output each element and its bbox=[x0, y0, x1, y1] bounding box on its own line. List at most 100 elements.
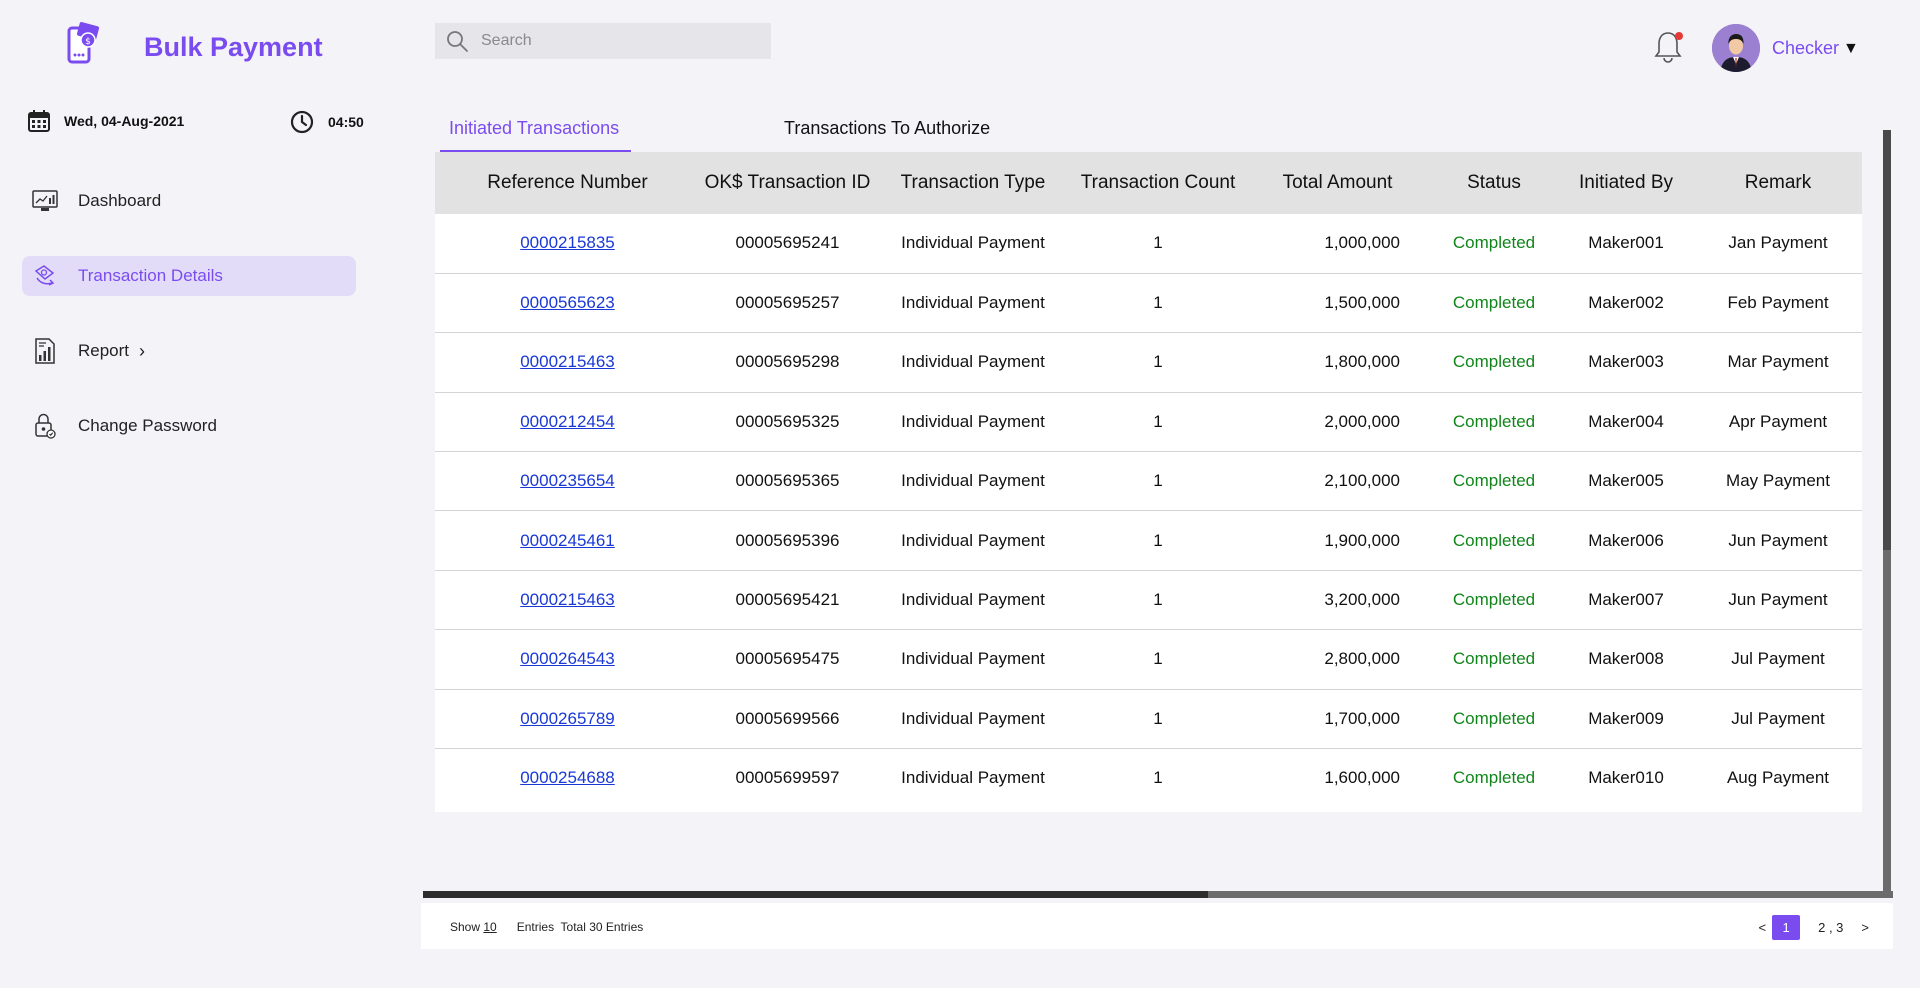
transaction-type: Individual Payment bbox=[875, 392, 1071, 453]
page-size-control[interactable]: Show 10 bbox=[450, 920, 497, 934]
column-header[interactable]: Transaction Count bbox=[1071, 152, 1245, 214]
current-time: 04:50 bbox=[290, 110, 364, 134]
total-amount: 2,800,000 bbox=[1245, 629, 1430, 690]
sidebar-item-dashboard[interactable]: Dashboard bbox=[22, 181, 356, 221]
reference-number-link[interactable]: 0000565623 bbox=[520, 293, 615, 312]
current-page-button[interactable]: 1 bbox=[1772, 915, 1801, 940]
page-size-value[interactable]: 10 bbox=[483, 920, 496, 934]
reference-number-cell: 0000254688 bbox=[435, 749, 700, 808]
current-date: Wed, 04-Aug-2021 bbox=[28, 110, 184, 132]
table-row: 0000235654 00005695365 Individual Payment 1… bbox=[435, 451, 1862, 512]
vertical-scrollbar-thumb[interactable] bbox=[1883, 130, 1891, 550]
transaction-id: 00005699597 bbox=[735, 768, 840, 788]
reference-number-cell: 0000215835 bbox=[435, 214, 700, 274]
show-label: Show bbox=[450, 920, 481, 934]
table-header-row: Reference Number OK$ Transaction ID Tran… bbox=[435, 152, 1862, 214]
initiated-by: Maker005 bbox=[1558, 451, 1694, 512]
sidebar-item-change-password[interactable]: Change Password bbox=[22, 406, 356, 446]
sidebar-item-label: Dashboard bbox=[78, 191, 162, 210]
horizontal-scrollbar-thumb[interactable] bbox=[423, 891, 1208, 898]
transaction-count: 1 bbox=[1153, 768, 1163, 788]
column-header[interactable]: Remark bbox=[1694, 152, 1862, 214]
avatar[interactable] bbox=[1712, 24, 1760, 72]
datetime-bar: Wed, 04-Aug-2021 04:50 bbox=[28, 110, 368, 138]
table-row: 0000565623 00005695257 Individual Payment 1… bbox=[435, 273, 1862, 334]
reference-number-link[interactable]: 0000245461 bbox=[520, 531, 615, 550]
transaction-type: Individual Payment bbox=[875, 629, 1071, 690]
remark: Feb Payment bbox=[1694, 273, 1862, 334]
reference-number-link[interactable]: 0000215463 bbox=[520, 352, 615, 371]
sidebar-item-label: Report bbox=[78, 341, 130, 360]
search-bar[interactable] bbox=[435, 23, 771, 59]
notification-button[interactable] bbox=[1650, 29, 1686, 65]
other-pages[interactable]: 2 , 3 bbox=[1818, 920, 1843, 935]
initiated-by: Maker001 bbox=[1558, 214, 1694, 274]
total-amount: 1,900,000 bbox=[1245, 510, 1430, 571]
next-page-button[interactable]: > bbox=[1861, 920, 1869, 935]
transaction-id: 00005695421 bbox=[700, 570, 875, 631]
user-avatar-icon bbox=[1712, 24, 1760, 72]
reference-number-link[interactable]: 0000264543 bbox=[520, 649, 615, 668]
status-text: Completed bbox=[1430, 629, 1558, 690]
reference-number-link[interactable]: 0000265789 bbox=[520, 709, 615, 728]
column-header[interactable]: Total Amount bbox=[1245, 152, 1430, 214]
search-input[interactable] bbox=[481, 32, 751, 50]
remark: Aug Payment bbox=[1726, 768, 1830, 788]
vertical-scrollbar[interactable] bbox=[1883, 130, 1891, 892]
tab-bar: Initiated Transactions Transactions To A… bbox=[440, 112, 1640, 152]
transaction-type: Individual Payment bbox=[875, 570, 1071, 631]
table-row: 0000215835 00005695241 Individual Payment 1… bbox=[435, 214, 1862, 274]
reference-number-link[interactable]: 0000254688 bbox=[520, 768, 615, 787]
remark: Apr Payment bbox=[1694, 392, 1862, 453]
transaction-type: Individual Payment bbox=[875, 689, 1071, 750]
sidebar-item-label: Transaction Details bbox=[78, 266, 223, 285]
transaction-id: 00005695241 bbox=[700, 214, 875, 274]
status-text: Completed bbox=[1430, 689, 1558, 750]
transaction-type: Individual Payment bbox=[875, 332, 1071, 393]
initiated-by: Maker003 bbox=[1558, 332, 1694, 393]
total-amount: 1,500,000 bbox=[1245, 273, 1430, 334]
column-header[interactable]: Transaction Type bbox=[875, 152, 1071, 214]
transaction-id: 00005695257 bbox=[700, 273, 875, 334]
initiated-by: Maker002 bbox=[1558, 273, 1694, 334]
sidebar-item-transaction-details[interactable]: Transaction Details bbox=[22, 256, 356, 296]
status-text: Completed bbox=[1430, 332, 1558, 393]
initiated-by: Maker009 bbox=[1558, 689, 1694, 750]
reference-number-cell: 0000235654 bbox=[435, 451, 700, 512]
sidebar-item-report[interactable]: Report › bbox=[22, 331, 356, 371]
reference-number-link[interactable]: 0000212454 bbox=[520, 412, 615, 431]
report-icon bbox=[32, 338, 58, 364]
table-row: 0000265789 00005699566 Individual Payment 1… bbox=[435, 689, 1862, 750]
column-header[interactable]: Initiated By bbox=[1558, 152, 1694, 214]
tab-initiated-transactions[interactable]: Initiated Transactions bbox=[449, 118, 619, 139]
reference-number-link[interactable]: 0000215463 bbox=[520, 590, 615, 609]
tab-transactions-to-authorize[interactable]: Transactions To Authorize bbox=[784, 118, 990, 139]
transaction-id: 00005695475 bbox=[700, 629, 875, 690]
column-header[interactable]: Reference Number bbox=[435, 152, 700, 214]
column-header[interactable]: Status bbox=[1430, 152, 1558, 214]
horizontal-scrollbar[interactable] bbox=[423, 891, 1893, 898]
user-menu[interactable]: Checker ▼ bbox=[1772, 38, 1859, 59]
prev-page-button[interactable]: < bbox=[1759, 920, 1767, 935]
calendar-icon bbox=[28, 110, 50, 132]
reference-number-link[interactable]: 0000215835 bbox=[520, 233, 615, 252]
table-row: 0000264543 00005695475 Individual Payment 1… bbox=[435, 629, 1862, 690]
total-amount: 3,200,000 bbox=[1245, 570, 1430, 631]
initiated-by: Maker004 bbox=[1558, 392, 1694, 453]
reference-number-cell: 0000245461 bbox=[435, 510, 700, 571]
transaction-count: 1 bbox=[1071, 629, 1245, 690]
transaction-type: Individual Payment bbox=[875, 451, 1071, 512]
total-amount: 1,800,000 bbox=[1245, 332, 1430, 393]
brand[interactable]: $ Bulk Payment bbox=[66, 22, 323, 64]
remark: Mar Payment bbox=[1694, 332, 1862, 393]
entries-info: Show 10 Entries Total 30 Entries bbox=[450, 920, 643, 934]
total-entries: Total 30 Entries bbox=[560, 920, 644, 934]
sidebar-item-label: Change Password bbox=[78, 416, 217, 435]
transaction-id: 00005695298 bbox=[700, 332, 875, 393]
transactions-table-container: Reference Number OK$ Transaction ID Tran… bbox=[435, 152, 1862, 812]
status-text: Completed bbox=[1430, 392, 1558, 453]
transaction-count: 1 bbox=[1071, 570, 1245, 631]
column-header[interactable]: OK$ Transaction ID bbox=[700, 152, 875, 214]
reference-number-link[interactable]: 0000235654 bbox=[520, 471, 615, 490]
total-amount: 1,700,000 bbox=[1245, 689, 1430, 750]
